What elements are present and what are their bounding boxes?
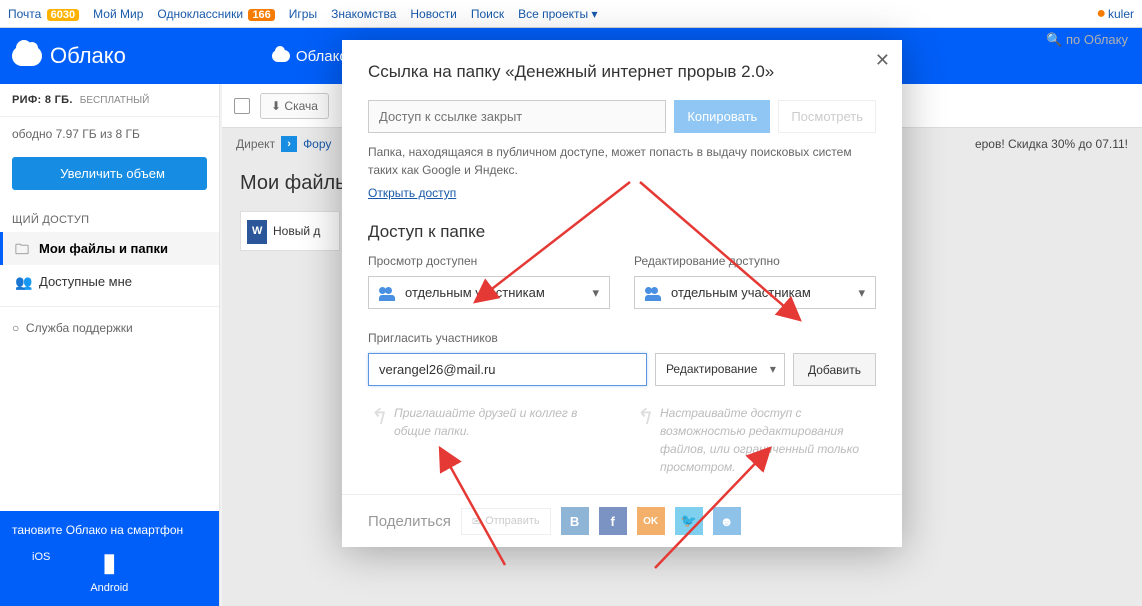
edit-access-dropdown[interactable]: отдельным участникам: [634, 276, 876, 309]
invite-label: Пригласить участников: [368, 331, 876, 345]
view-access-dropdown[interactable]: отдельным участникам: [368, 276, 610, 309]
view-access-label: Просмотр доступен: [368, 254, 610, 268]
share-twitter-icon[interactable]: 🐦: [675, 507, 703, 535]
share-ok-icon[interactable]: OK: [637, 507, 665, 535]
curve-arrow-icon: ↰: [634, 400, 652, 433]
curve-arrow-icon: ↰: [368, 400, 386, 433]
share-modal: ✕ Ссылка на папку «Денежный интернет про…: [342, 40, 902, 547]
invite-email-input[interactable]: [368, 353, 647, 386]
modal-overlay: ✕ Ссылка на папку «Денежный интернет про…: [0, 0, 1142, 606]
envelope-icon: ✉: [472, 515, 481, 528]
share-fb-icon[interactable]: f: [599, 507, 627, 535]
modal-footer: Поделиться ✉ Отправить В f OK 🐦 ☻: [342, 494, 902, 547]
permission-dropdown[interactable]: Редактирование: [655, 353, 785, 386]
copy-button[interactable]: Копировать: [674, 100, 770, 133]
view-button[interactable]: Посмотреть: [778, 100, 876, 133]
members-icon: [645, 287, 663, 299]
modal-title: Ссылка на папку «Денежный интернет проры…: [368, 62, 876, 82]
share-label: Поделиться: [368, 513, 451, 530]
add-button[interactable]: Добавить: [793, 353, 876, 386]
edit-access-label: Редактирование доступно: [634, 254, 876, 268]
share-link-input[interactable]: [368, 100, 666, 133]
close-button[interactable]: ✕: [875, 50, 890, 71]
hint-invite: ↰ Приглашайте друзей и коллег в общие па…: [368, 404, 610, 476]
access-section-title: Доступ к папке: [368, 222, 876, 242]
hint-permissions: ↰ Настраивайте доступ с возможностью ред…: [634, 404, 876, 476]
open-access-link[interactable]: Открыть доступ: [368, 186, 456, 200]
share-vk-icon[interactable]: В: [561, 507, 589, 535]
public-disclaimer: Папка, находящаяся в публичном доступе, …: [368, 143, 876, 179]
share-mymir-icon[interactable]: ☻: [713, 507, 741, 535]
send-button[interactable]: ✉ Отправить: [461, 508, 551, 535]
members-icon: [379, 287, 397, 299]
